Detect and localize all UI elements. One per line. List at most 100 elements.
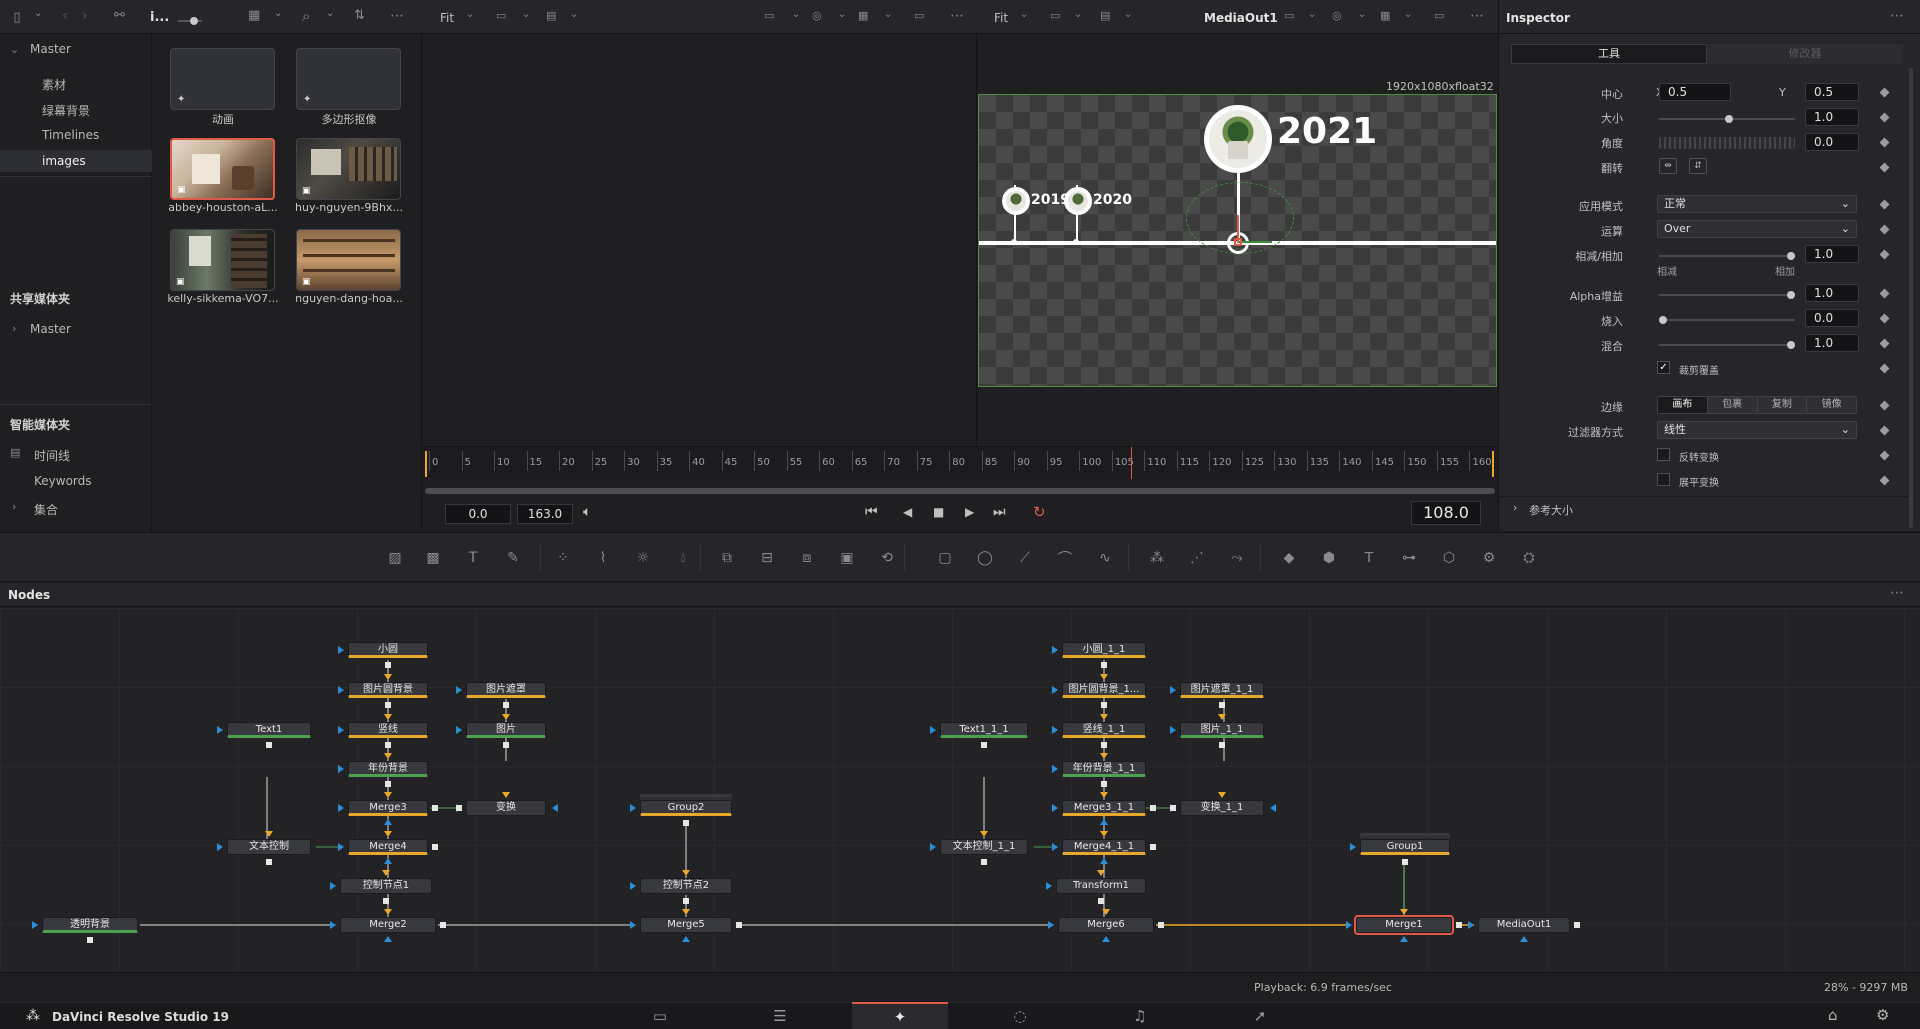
more-icon[interactable]: ⋯	[1890, 8, 1904, 24]
node-background-input[interactable]	[1400, 909, 1408, 915]
keyframe-diamond[interactable]	[1879, 87, 1890, 98]
node-output-port[interactable]	[266, 742, 272, 748]
curves-tool-icon[interactable]: ⌇	[592, 547, 614, 569]
bin-item[interactable]: images	[0, 150, 152, 172]
node-graph[interactable]: 小圆 图片圆背景 竖线 年份背景 图片遮罩 图片 Text1 Merge3 变换 文本控制 Merg…	[0, 608, 1920, 972]
clip-thumbnail[interactable]: ▣	[296, 229, 401, 291]
roi-icon[interactable]: ▭	[496, 9, 506, 22]
invert-transform-checkbox[interactable]	[1657, 448, 1670, 461]
fusion-page-icon[interactable]: ✦	[852, 1002, 948, 1029]
node[interactable]: 年份背景_1_1	[1062, 761, 1146, 777]
node[interactable]: 竖线_1_1	[1062, 722, 1146, 738]
bin-item[interactable]: Timelines	[0, 124, 152, 146]
node-background-input[interactable]	[384, 753, 392, 759]
node-output-port[interactable]	[683, 820, 689, 826]
alpha-gain-field[interactable]: 1.0	[1805, 284, 1859, 302]
node-output-port[interactable]	[1456, 922, 1462, 928]
node[interactable]: 变换	[466, 800, 546, 816]
particles-tool-icon[interactable]: ⁘	[552, 547, 574, 569]
blend-field[interactable]: 1.0	[1805, 334, 1859, 352]
node-mask-input[interactable]	[1100, 858, 1108, 864]
clip-thumbnail[interactable]: ▣	[170, 138, 275, 200]
settings-icon[interactable]: ⚙	[1876, 1006, 1889, 1024]
home-icon[interactable]: ⌂	[1828, 1006, 1838, 1024]
angle-field[interactable]: 0.0	[1805, 133, 1859, 151]
camera-3d-icon[interactable]: ⊶	[1398, 547, 1420, 569]
node-output-port[interactable]	[1170, 805, 1176, 811]
left-viewer-zoom[interactable]: Fit	[440, 11, 454, 25]
smart-bin-keywords[interactable]: Keywords	[34, 474, 92, 488]
node-mask-input[interactable]	[1102, 936, 1110, 942]
node-input-triangle[interactable]	[330, 921, 336, 929]
particle-emitter-icon[interactable]: ⁂	[1146, 547, 1168, 569]
more-icon[interactable]: ⋯	[1890, 585, 1904, 601]
node-background-input[interactable]	[682, 870, 690, 876]
keyframe-diamond[interactable]	[1879, 400, 1890, 411]
operator-dropdown[interactable]: Over ⌄	[1657, 220, 1857, 238]
angle-wheel[interactable]	[1659, 137, 1795, 149]
node-input-triangle[interactable]	[330, 882, 336, 890]
node-output-port[interactable]	[1150, 844, 1156, 850]
node-output-port[interactable]	[1098, 898, 1104, 904]
background-tool-icon[interactable]: ▨	[384, 547, 406, 569]
node-mask-input[interactable]	[682, 936, 690, 942]
node[interactable]: 控制节点1	[340, 878, 432, 894]
node-input-triangle[interactable]	[217, 726, 223, 734]
node[interactable]: 图片圆背景	[348, 682, 428, 698]
bin-master[interactable]: Master	[30, 42, 71, 56]
rectangle-mask-icon[interactable]: ▢	[934, 547, 956, 569]
current-bin-label[interactable]: i...	[150, 10, 169, 25]
node[interactable]: Text1_1_1	[940, 722, 1028, 738]
inspector-scrollbar[interactable]	[1909, 68, 1913, 528]
node-input-triangle[interactable]	[456, 686, 462, 694]
transform-x-axis[interactable]	[1238, 241, 1272, 243]
node-background-input[interactable]	[1218, 792, 1226, 798]
go-to-start-icon[interactable]: ⏮︎	[865, 504, 878, 520]
node-input-triangle[interactable]	[1052, 843, 1058, 851]
node-background-input[interactable]	[1097, 870, 1105, 876]
color-corrector-icon[interactable]: ☼	[632, 547, 654, 569]
saver-icon[interactable]: ⟲	[876, 547, 898, 569]
node[interactable]: 文本控制_1_1	[940, 839, 1028, 855]
edges-option-canvas[interactable]: 画布	[1658, 397, 1707, 413]
chevron-down-icon[interactable]: ⌄	[838, 9, 846, 20]
node[interactable]: Text1	[227, 722, 311, 738]
keyframe-diamond[interactable]	[1879, 338, 1890, 349]
merge-tool-icon[interactable]: ⧉	[716, 547, 738, 569]
node-mask-input[interactable]	[384, 936, 392, 942]
node-output-port[interactable]	[385, 742, 391, 748]
node[interactable]: 图片遮罩_1_1	[1180, 682, 1264, 698]
image-plane-icon[interactable]: ▩	[422, 547, 444, 569]
keyframe-diamond[interactable]	[1879, 313, 1890, 324]
node[interactable]: Merge2	[340, 917, 436, 933]
node[interactable]: 图片遮罩	[466, 682, 546, 698]
node-background-input[interactable]	[382, 870, 390, 876]
node-output-port[interactable]	[981, 859, 987, 865]
node-input-triangle[interactable]	[32, 921, 38, 929]
node-input-triangle[interactable]	[1052, 646, 1058, 654]
node-input-triangle[interactable]	[338, 686, 344, 694]
tab-modifiers[interactable]: 修改器	[1707, 44, 1903, 64]
node[interactable]: Merge4_1_1	[1062, 839, 1146, 855]
edges-option-wrap[interactable]: 包裹	[1706, 397, 1757, 413]
size-slider[interactable]	[1659, 115, 1795, 123]
panel-toggle-icon[interactable]: ▯	[8, 8, 26, 26]
node-input-triangle[interactable]	[552, 804, 558, 812]
node-output-port[interactable]	[1402, 859, 1408, 865]
grid-view-icon[interactable]: ▦	[248, 8, 260, 23]
node-background-input[interactable]	[502, 792, 510, 798]
render-end-field[interactable]: 163.0	[517, 504, 573, 524]
media-page-icon[interactable]: ▭	[612, 1002, 708, 1029]
blend-slider[interactable]	[1659, 341, 1795, 349]
ruler-scrollbar[interactable]	[425, 488, 1495, 494]
roi-icon[interactable]: ▭	[1050, 9, 1060, 22]
node[interactable]: 小圆_1_1	[1062, 642, 1146, 658]
link-icon[interactable]: ⚯	[114, 8, 125, 23]
transform-origin[interactable]	[1234, 238, 1242, 246]
node-input-triangle[interactable]	[1270, 804, 1276, 812]
keyframe-diamond[interactable]	[1879, 224, 1890, 235]
play-reverse-icon[interactable]: ◀	[903, 505, 912, 519]
node-output-port[interactable]	[385, 662, 391, 668]
size-field[interactable]: 1.0	[1805, 108, 1859, 126]
keyframe-diamond[interactable]	[1879, 363, 1890, 374]
